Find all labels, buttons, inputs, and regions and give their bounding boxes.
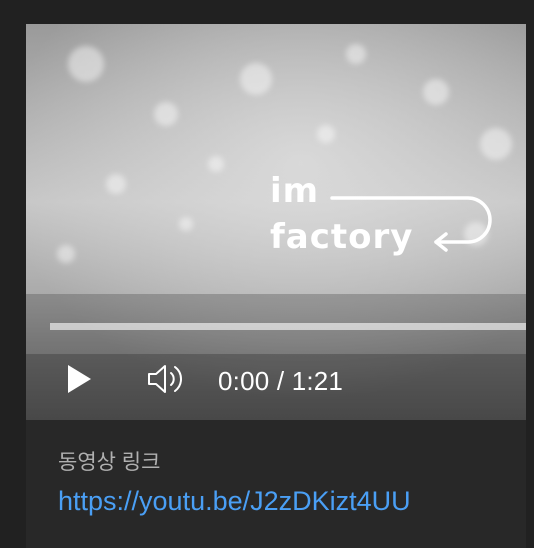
video-link[interactable]: https://youtu.be/J2zDKizt4UU — [58, 488, 411, 515]
play-icon — [68, 365, 91, 393]
time-separator: / — [269, 366, 292, 396]
logo-line-1: im — [270, 171, 320, 211]
logo-arrow-icon — [330, 196, 492, 252]
video-player[interactable]: im factory 0:00 / 1:21 — [26, 24, 526, 420]
video-card: im factory 0:00 / 1:21 동영상 링크 https://yo… — [26, 24, 526, 548]
video-link-label: 동영상 링크 — [58, 451, 161, 474]
volume-icon — [148, 365, 182, 393]
video-info: 동영상 링크 https://youtu.be/J2zDKizt4UU — [58, 451, 411, 515]
volume-button[interactable] — [146, 362, 186, 396]
play-button[interactable] — [64, 362, 94, 396]
duration: 1:21 — [291, 366, 344, 396]
time-display: 0:00 / 1:21 — [218, 366, 343, 397]
current-time: 0:00 — [218, 366, 270, 396]
player-controls: 0:00 / 1:21 — [26, 354, 526, 404]
progress-bar[interactable] — [50, 323, 526, 330]
